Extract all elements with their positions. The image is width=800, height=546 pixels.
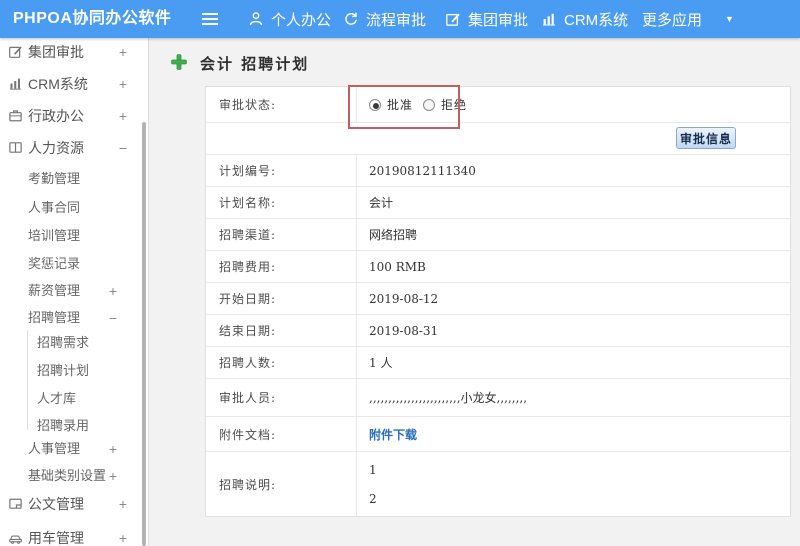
table-row-end-date: 结束日期: 2019-08-31 bbox=[206, 315, 790, 347]
hamburger-menu-icon[interactable] bbox=[202, 13, 218, 28]
expand-toggle-icon[interactable]: + bbox=[116, 494, 130, 514]
field-label: 招聘费用: bbox=[206, 251, 357, 282]
nav-more-apps[interactable]: 更多应用 ▼ bbox=[642, 0, 734, 38]
sidebar-item-training[interactable]: 培训管理 bbox=[0, 226, 148, 246]
field-label: 计划名称: bbox=[206, 187, 357, 218]
expand-toggle-icon[interactable]: + bbox=[106, 439, 120, 459]
sidebar-scrollbar[interactable] bbox=[142, 122, 146, 546]
table-row-approval-button: 审批信息 bbox=[206, 123, 790, 155]
nav-process-approval[interactable]: 流程审批 bbox=[343, 0, 426, 38]
field-value: 20190812111340 bbox=[369, 163, 476, 178]
field-value: 2019-08-31 bbox=[369, 323, 439, 338]
attachment-download-link[interactable]: 附件下载 bbox=[369, 426, 417, 443]
sidebar-item-base-category[interactable]: 基础类别设置 + bbox=[0, 466, 148, 486]
field-label: 审批人员: bbox=[206, 379, 357, 416]
bar-chart-icon bbox=[8, 76, 23, 97]
field-value: 会计 bbox=[369, 196, 394, 210]
field-label: 招聘人数: bbox=[206, 347, 357, 378]
bar-chart-icon bbox=[541, 11, 557, 27]
collapse-toggle-icon[interactable]: − bbox=[106, 308, 120, 328]
expand-toggle-icon[interactable]: + bbox=[116, 106, 130, 126]
edit-icon bbox=[8, 44, 23, 65]
expand-toggle-icon[interactable]: + bbox=[106, 281, 120, 301]
table-row-headcount: 招聘人数: 1 人 bbox=[206, 347, 790, 379]
sidebar-item-rewards[interactable]: 奖惩记录 bbox=[0, 254, 148, 274]
car-icon bbox=[8, 530, 23, 546]
radio-approve[interactable] bbox=[369, 98, 381, 111]
main-content: 会计 招聘计划 审批状态: 批准 拒绝 审批信息 计划编号: 201908121… bbox=[150, 38, 800, 546]
field-label: 结束日期: bbox=[206, 315, 357, 346]
field-label: 审批状态: bbox=[206, 87, 357, 122]
field-label: 开始日期: bbox=[206, 283, 357, 314]
nav-label: 更多应用 bbox=[642, 11, 703, 29]
radio-reject-label: 拒绝 bbox=[441, 98, 468, 112]
sidebar: 集团审批 + CRM系统 + 行政办公 + 人力资源 − 考勤管理 人事合同 培… bbox=[0, 38, 149, 546]
app-title: PHPOA协同办公软件 bbox=[13, 10, 172, 27]
sidebar-item-recruit-plan[interactable]: 招聘计划 bbox=[0, 361, 148, 381]
table-row-plan-name: 计划名称: 会计 bbox=[206, 187, 790, 219]
nav-label: 流程审批 bbox=[366, 11, 427, 29]
field-label: 招聘渠道: bbox=[206, 219, 357, 250]
sidebar-item-hr-contract[interactable]: 人事合同 bbox=[0, 198, 148, 218]
briefcase-icon bbox=[8, 108, 23, 129]
topbar: PHPOA协同办公软件 个人办公 流程审批 集团审批 CRM系统 更多应用 ▼ bbox=[0, 0, 800, 38]
sidebar-item-recruit-hire[interactable]: 招聘录用 bbox=[0, 416, 148, 436]
sidebar-item-talent-pool[interactable]: 人才库 bbox=[0, 389, 148, 409]
recruit-plan-detail-table: 审批状态: 批准 拒绝 审批信息 计划编号: 20190812111340 计划… bbox=[205, 85, 791, 517]
expand-toggle-icon[interactable]: + bbox=[106, 466, 120, 486]
caret-down-icon: ▼ bbox=[725, 14, 734, 24]
approval-radio-group: 批准 拒绝 bbox=[357, 87, 790, 122]
note-line: 1 bbox=[369, 462, 377, 477]
sidebar-item-recruitment[interactable]: 招聘管理 − bbox=[0, 308, 148, 328]
nav-group-approval[interactable]: 集团审批 bbox=[445, 0, 528, 38]
table-row-recruit-cost: 招聘费用: 100 RMB bbox=[206, 251, 790, 283]
sidebar-item-documents[interactable]: 公文管理 + bbox=[0, 494, 148, 514]
note-line: 2 bbox=[369, 491, 377, 506]
expand-toggle-icon[interactable]: + bbox=[116, 42, 130, 62]
sidebar-item-attendance[interactable]: 考勤管理 bbox=[0, 169, 148, 189]
expand-toggle-icon[interactable]: + bbox=[116, 74, 130, 94]
sidebar-item-human-resources[interactable]: 人力资源 − bbox=[0, 138, 148, 158]
nav-label: 个人办公 bbox=[271, 11, 332, 29]
field-value: 1 人 bbox=[369, 356, 393, 370]
field-value: 2019-08-12 bbox=[369, 291, 439, 306]
field-label: 招聘说明: bbox=[206, 452, 357, 516]
sidebar-item-recruit-demand[interactable]: 招聘需求 bbox=[0, 333, 148, 353]
collapse-toggle-icon[interactable]: − bbox=[116, 138, 130, 158]
field-value: 网络招聘 bbox=[369, 228, 418, 242]
nav-label: 集团审批 bbox=[468, 11, 529, 29]
process-icon bbox=[343, 11, 359, 27]
sidebar-item-crm[interactable]: CRM系统 + bbox=[0, 74, 148, 94]
sidebar-item-vehicle[interactable]: 用车管理 + bbox=[0, 528, 148, 546]
sidebar-item-group-approval[interactable]: 集团审批 + bbox=[0, 42, 148, 62]
field-label: 附件文档: bbox=[206, 417, 357, 451]
page-title: 会计 招聘计划 bbox=[200, 55, 310, 73]
person-icon bbox=[248, 11, 264, 27]
table-row-approval-status: 审批状态: 批准 拒绝 bbox=[206, 87, 790, 123]
book-icon bbox=[8, 140, 23, 161]
radio-reject[interactable] bbox=[423, 98, 436, 111]
expand-toggle-icon[interactable]: + bbox=[116, 528, 130, 546]
approval-info-button[interactable]: 审批信息 bbox=[676, 127, 736, 149]
sidebar-item-salary[interactable]: 薪资管理 + bbox=[0, 281, 148, 301]
sidebar-item-admin-office[interactable]: 行政办公 + bbox=[0, 106, 148, 126]
nav-crm-system[interactable]: CRM系统 bbox=[541, 0, 628, 38]
field-value: 100 RMB bbox=[369, 259, 426, 274]
table-row-start-date: 开始日期: 2019-08-12 bbox=[206, 283, 790, 315]
add-plus-icon[interactable] bbox=[171, 54, 187, 75]
table-row-approvers: 审批人员: ,,,,,,,,,,,,,,,,,,,,,,,,小龙女,,,,,,,… bbox=[206, 379, 790, 417]
table-row-attachment: 附件文档: 附件下载 bbox=[206, 417, 790, 452]
table-row-plan-number: 计划编号: 20190812111340 bbox=[206, 155, 790, 187]
radio-approve-label: 批准 bbox=[387, 98, 414, 112]
sidebar-item-personnel[interactable]: 人事管理 + bbox=[0, 439, 148, 459]
nav-personal-office[interactable]: 个人办公 bbox=[248, 0, 331, 38]
table-row-recruit-channel: 招聘渠道: 网络招聘 bbox=[206, 219, 790, 251]
edit-icon bbox=[445, 11, 461, 27]
document-icon bbox=[8, 496, 23, 517]
table-row-recruit-note: 招聘说明: 1 2 bbox=[206, 452, 790, 516]
nav-label: CRM系统 bbox=[564, 11, 629, 29]
field-label: 计划编号: bbox=[206, 155, 357, 186]
field-value: ,,,,,,,,,,,,,,,,,,,,,,,,小龙女,,,,,,,, bbox=[369, 391, 528, 405]
